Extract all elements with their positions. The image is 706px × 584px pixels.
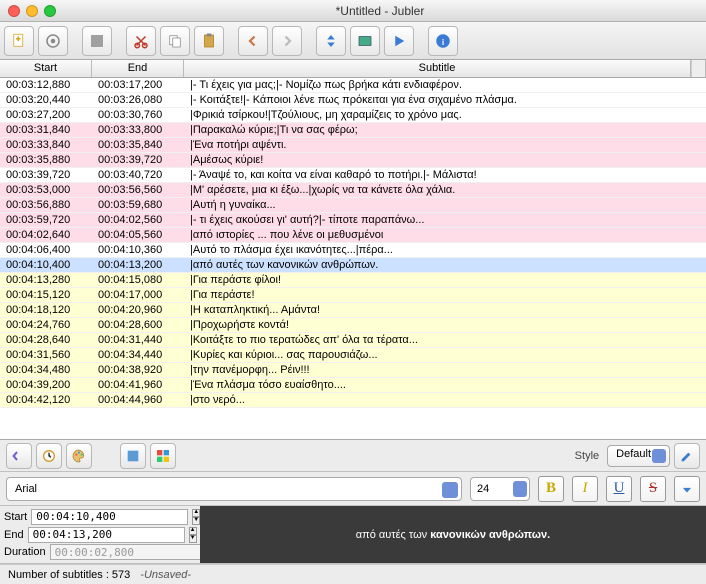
start-label: Start — [4, 511, 27, 523]
clock-button[interactable] — [36, 443, 62, 469]
table-row[interactable]: 00:03:35,88000:03:39,720|Αμέσως κύριε! — [0, 153, 706, 168]
toolbar: i — [0, 22, 706, 60]
italic-button[interactable]: I — [572, 476, 598, 502]
table-body[interactable]: 00:03:12,88000:03:17,200|- Τι έχεις για … — [0, 78, 706, 439]
table-row[interactable]: 00:04:13,28000:04:15,080|Για περάστε φίλ… — [0, 273, 706, 288]
start-spinner[interactable]: ▲▼ — [192, 509, 200, 525]
table-row[interactable]: 00:04:18,12000:04:20,960|Η καταπληκτική.… — [0, 303, 706, 318]
layer2-button[interactable] — [150, 443, 176, 469]
middle-toolbar: Style Default — [0, 440, 706, 472]
table-row[interactable]: 00:04:02,64000:04:05,560|από ιστορίες ..… — [0, 228, 706, 243]
table-row[interactable]: 00:04:42,12000:04:44,960|στο νερό... — [0, 393, 706, 408]
table-header: Start End Subtitle — [0, 60, 706, 78]
table-row[interactable]: 00:04:06,40000:04:10,360|Αυτό το πλάσμα … — [0, 243, 706, 258]
font-row: Arial 24 B I U S — [0, 472, 706, 506]
zoom-window-button[interactable] — [44, 5, 56, 17]
table-row[interactable]: 00:03:31,84000:03:33,800|Παρακαλώ κύριε;… — [0, 123, 706, 138]
end-spinner[interactable]: ▲▼ — [189, 527, 197, 543]
timing-panel: Start ▲▼ End ▲▼ Duration ▲▼ από αυτές τω… — [0, 506, 706, 564]
col-end[interactable]: End — [92, 60, 184, 77]
redo-button[interactable] — [272, 26, 302, 56]
col-start[interactable]: Start — [0, 60, 92, 77]
palette-button[interactable] — [66, 443, 92, 469]
undo-time-button[interactable] — [6, 443, 32, 469]
save-button[interactable] — [82, 26, 112, 56]
duration-label: Duration — [4, 546, 46, 558]
size-select[interactable]: 24 — [470, 477, 530, 501]
titlebar: *Untitled - Jubler — [0, 0, 706, 22]
new-button[interactable] — [4, 26, 34, 56]
svg-text:i: i — [442, 37, 444, 46]
table-row[interactable]: 00:04:39,20000:04:41,960|Ένα πλάσμα τόσο… — [0, 378, 706, 393]
scrollbar-header — [691, 60, 706, 77]
col-subtitle[interactable]: Subtitle — [184, 60, 691, 77]
subtitle-table: Start End Subtitle 00:03:12,88000:03:17,… — [0, 60, 706, 440]
minimize-window-button[interactable] — [26, 5, 38, 17]
window-title: *Untitled - Jubler — [62, 4, 698, 18]
play-button[interactable] — [384, 26, 414, 56]
down-button[interactable] — [674, 476, 700, 502]
table-row[interactable]: 00:03:27,20000:03:30,760|Φρικιά τσίρκου!… — [0, 108, 706, 123]
table-row[interactable]: 00:04:24,76000:04:28,600|Προχωρήστε κοντ… — [0, 318, 706, 333]
edit-style-button[interactable] — [674, 443, 700, 469]
layer1-button[interactable] — [120, 443, 146, 469]
start-input[interactable] — [31, 509, 188, 525]
style-label: Style — [575, 450, 599, 462]
close-window-button[interactable] — [8, 5, 20, 17]
style-select[interactable]: Default — [607, 445, 670, 467]
table-row[interactable]: 00:04:28,64000:04:31,440|Κοιτάξτε το πιο… — [0, 333, 706, 348]
table-row[interactable]: 00:04:10,40000:04:13,200|από αυτές των κ… — [0, 258, 706, 273]
table-row[interactable]: 00:03:53,00000:03:56,560|Μ' αρέσετε, μια… — [0, 183, 706, 198]
underline-button[interactable]: U — [606, 476, 632, 502]
table-row[interactable]: 00:03:59,72000:04:02,560|- τι έχεις ακού… — [0, 213, 706, 228]
table-row[interactable]: 00:03:56,88000:03:59,680|Αυτή η γυναίκα.… — [0, 198, 706, 213]
end-label: End — [4, 529, 24, 541]
table-row[interactable]: 00:03:33,84000:03:35,840|Ένα ποτήρι αψέν… — [0, 138, 706, 153]
subtitle-count: Number of subtitles : 573 — [8, 569, 130, 581]
font-select[interactable]: Arial — [6, 477, 462, 501]
undo-button[interactable] — [238, 26, 268, 56]
paste-button[interactable] — [194, 26, 224, 56]
info-button[interactable]: i — [428, 26, 458, 56]
table-row[interactable]: 00:03:12,88000:03:17,200|- Τι έχεις για … — [0, 78, 706, 93]
properties-button[interactable] — [38, 26, 68, 56]
end-input[interactable] — [28, 527, 185, 543]
sort-button[interactable] — [316, 26, 346, 56]
table-row[interactable]: 00:03:39,72000:03:40,720|- Άναψέ το, και… — [0, 168, 706, 183]
strike-button[interactable]: S — [640, 476, 666, 502]
status-bar: Number of subtitles : 573 -Unsaved- — [0, 564, 706, 584]
duration-input — [50, 544, 207, 560]
preview-button[interactable] — [350, 26, 380, 56]
cut-button[interactable] — [126, 26, 156, 56]
table-row[interactable]: 00:04:31,56000:04:34,440|Κυρίες και κύρι… — [0, 348, 706, 363]
save-state: -Unsaved- — [140, 569, 191, 581]
table-row[interactable]: 00:03:20,44000:03:26,080|- Κοιτάξτε!|- Κ… — [0, 93, 706, 108]
table-row[interactable]: 00:04:34,48000:04:38,920|την πανέμορφη..… — [0, 363, 706, 378]
table-row[interactable]: 00:04:15,12000:04:17,000|Για περάστε! — [0, 288, 706, 303]
copy-button[interactable] — [160, 26, 190, 56]
subtitle-preview[interactable]: από αυτές των κανονικών ανθρώπων. — [200, 506, 706, 563]
bold-button[interactable]: B — [538, 476, 564, 502]
